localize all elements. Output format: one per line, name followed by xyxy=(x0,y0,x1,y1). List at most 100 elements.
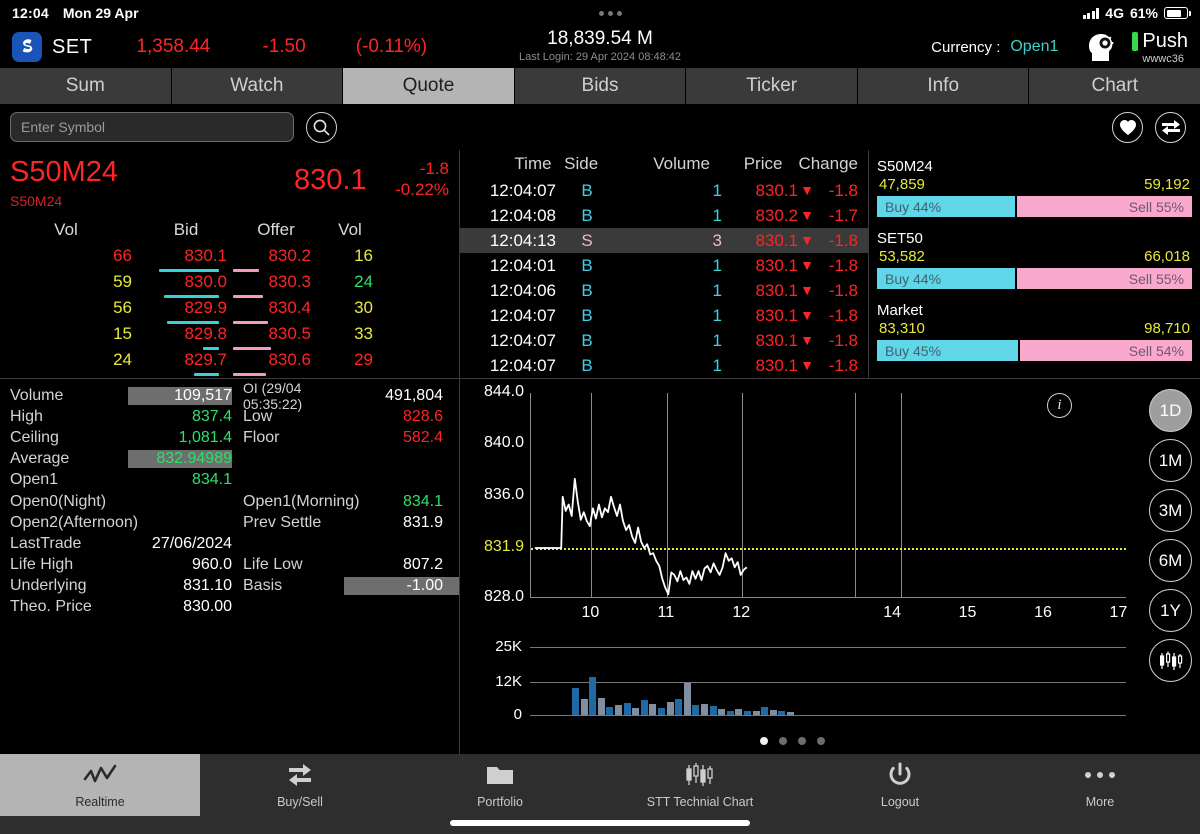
nav-portfolio[interactable]: Portfolio xyxy=(400,754,600,816)
status-date: Mon 29 Apr xyxy=(62,5,139,21)
stat-label-left: Ceiling xyxy=(10,428,59,446)
tab-sum[interactable]: Sum xyxy=(0,68,172,104)
ticker-row[interactable]: 12:04:07 B 1 830.1 ▼ -1.8 xyxy=(460,328,868,353)
quote-symbol[interactable]: S50M24 xyxy=(10,156,118,189)
tab-info[interactable]: Info xyxy=(857,68,1030,104)
page-dot[interactable] xyxy=(779,737,787,745)
buy-sell-values: 83,310 98,710 xyxy=(877,320,1192,338)
currency-value[interactable]: Open1 xyxy=(1010,38,1058,56)
down-arrow-icon: ▼ xyxy=(800,356,814,373)
nav-stt-technical-chart[interactable]: STT Technial Chart xyxy=(600,754,800,816)
line-chart-icon xyxy=(83,762,117,788)
bid-offer-row[interactable]: 66 830.1 830.2 16 xyxy=(0,246,459,272)
trade-change: -1.8 xyxy=(828,305,858,325)
search-input[interactable] xyxy=(21,119,283,135)
page-indicator-dots[interactable] xyxy=(760,737,825,745)
nav-realtime[interactable]: Realtime xyxy=(0,754,200,816)
range-button-1y[interactable]: 1Y xyxy=(1149,589,1192,632)
sell-value: 98,710 xyxy=(1144,320,1190,337)
volume-bar xyxy=(683,683,691,715)
range-button-1d[interactable]: 1D xyxy=(1149,389,1192,432)
tab-chart[interactable]: Chart xyxy=(1029,68,1200,104)
dot-icon xyxy=(608,10,614,16)
tab-ticker[interactable]: Ticker xyxy=(686,68,858,104)
buy-sell-block: S50M24 47,859 59,192 Buy 44% Sell 55% xyxy=(877,158,1192,217)
stat-row: Ceiling 1,081.4 Floor 582.4 xyxy=(10,427,459,448)
trade-side: B xyxy=(581,280,593,300)
sell-value: 66,018 xyxy=(1144,248,1190,265)
quote-change-block: -1.8 -0.22% xyxy=(395,158,449,200)
down-arrow-icon: ▼ xyxy=(800,181,814,198)
stat-label-left: High xyxy=(10,407,43,425)
stat-row: Open2(Afternoon) Prev Settle 831.9 xyxy=(10,512,459,533)
volume-bar xyxy=(615,704,622,715)
favorite-button[interactable] xyxy=(1112,111,1143,143)
nav-label: More xyxy=(1085,794,1115,809)
ticker-row[interactable]: 12:04:06 B 1 830.1 ▼ -1.8 xyxy=(460,278,868,303)
quote-change-percent: -0.22% xyxy=(395,180,449,199)
buy-sell-values: 47,859 59,192 xyxy=(877,176,1192,194)
page-dot[interactable] xyxy=(798,737,806,745)
statistics-panel: Volume 109,517 OI (29/04 05:35:22) 491,804 H… xyxy=(0,379,459,754)
symbol-search-box[interactable] xyxy=(10,112,294,142)
nav-buysell[interactable]: Buy/Sell xyxy=(200,754,400,816)
nav-logout[interactable]: Logout xyxy=(800,754,1000,816)
ticker-row[interactable]: 12:04:07 B 1 830.1 ▼ -1.8 xyxy=(460,353,868,378)
tab-quote[interactable]: Quote xyxy=(343,68,515,104)
stat-label-right: OI (29/04 05:35:22) xyxy=(243,379,303,412)
range-button-6m[interactable]: 6M xyxy=(1149,539,1192,582)
volume-bar xyxy=(580,698,588,715)
buy-sell-block: SET50 53,582 66,018 Buy 44% Sell 55% xyxy=(877,230,1192,289)
bid-offer-row[interactable]: 56 829.9 830.4 30 xyxy=(0,298,459,324)
ticker-row[interactable]: 12:04:13 S 3 830.1 ▼ -1.8 xyxy=(460,228,868,253)
buy-value: 83,310 xyxy=(879,320,925,337)
battery-icon xyxy=(1164,7,1191,19)
trade-side: B xyxy=(581,180,593,200)
page-dot[interactable] xyxy=(817,737,825,745)
y-axis-tick: 844.0 xyxy=(483,383,524,400)
main-content: S50M24 S50M24 830.1 -1.8 -0.22% Vol Bid … xyxy=(0,150,1200,754)
trade-change: -1.8 xyxy=(828,180,858,200)
ticker-row[interactable]: 12:04:08 B 1 830.2 ▼ -1.7 xyxy=(460,203,868,228)
down-arrow-icon: ▼ xyxy=(800,231,814,248)
trade-side: B xyxy=(581,205,593,225)
stat-value-right: -1.00 xyxy=(344,577,459,596)
stat-label-right: Low xyxy=(243,407,273,425)
stat-label-left: Underlying xyxy=(10,577,87,595)
bid-offer-row[interactable]: 24 829.7 830.6 29 xyxy=(0,350,459,376)
tab-watch[interactable]: Watch xyxy=(171,68,344,104)
home-indicator xyxy=(450,820,750,826)
bid-volume: 66 xyxy=(113,246,132,265)
page-dot[interactable] xyxy=(760,737,768,745)
buy-sell-bar: Buy 45% Sell 54% xyxy=(877,340,1192,361)
buy-bar: Buy 45% xyxy=(877,340,1019,361)
offer-depth-bar xyxy=(233,373,266,376)
push-status: Push wwwc36 xyxy=(1132,30,1188,65)
range-button-3m[interactable]: 3M xyxy=(1149,489,1192,532)
volume-y-tick: 25K xyxy=(495,638,522,655)
nav-more[interactable]: More xyxy=(1000,754,1200,816)
ticker-row[interactable]: 12:04:01 B 1 830.1 ▼ -1.8 xyxy=(460,253,868,278)
y-axis-tick: 840.0 xyxy=(483,434,524,452)
candlestick-toggle-button[interactable] xyxy=(1149,639,1192,682)
stat-label-left: Open1 xyxy=(10,471,59,489)
volume-bar xyxy=(597,698,605,715)
bid-offer-row[interactable]: 15 829.8 830.5 33 xyxy=(0,324,459,350)
ticker-row[interactable]: 12:04:07 B 1 830.1 ▼ -1.8 xyxy=(460,178,868,203)
trade-side: B xyxy=(581,355,593,375)
main-tab-bar: Sum Watch Quote Bids Ticker Info Chart xyxy=(0,68,1200,104)
range-button-1m[interactable]: 1M xyxy=(1149,439,1192,482)
buy-sell-shortcut-button[interactable] xyxy=(1155,111,1186,143)
tab-bids[interactable]: Bids xyxy=(514,68,687,104)
ticker-row[interactable]: 12:04:07 B 1 830.1 ▼ -1.8 xyxy=(460,303,868,328)
volume-y-tick: 0 xyxy=(513,706,522,723)
stat-row: Average 832.94989 xyxy=(10,449,459,470)
search-button[interactable] xyxy=(306,111,337,143)
volume-bar xyxy=(769,710,777,715)
stat-label-right: Prev Settle xyxy=(243,513,322,531)
quote-last-price: 830.1 xyxy=(294,164,367,196)
bid-offer-row[interactable]: 59 830.0 830.3 24 xyxy=(0,272,459,298)
ai-head-icon[interactable] xyxy=(1086,31,1120,63)
currency-label: Currency : xyxy=(931,38,1001,56)
index-change-percent: (-0.11%) xyxy=(355,36,428,57)
